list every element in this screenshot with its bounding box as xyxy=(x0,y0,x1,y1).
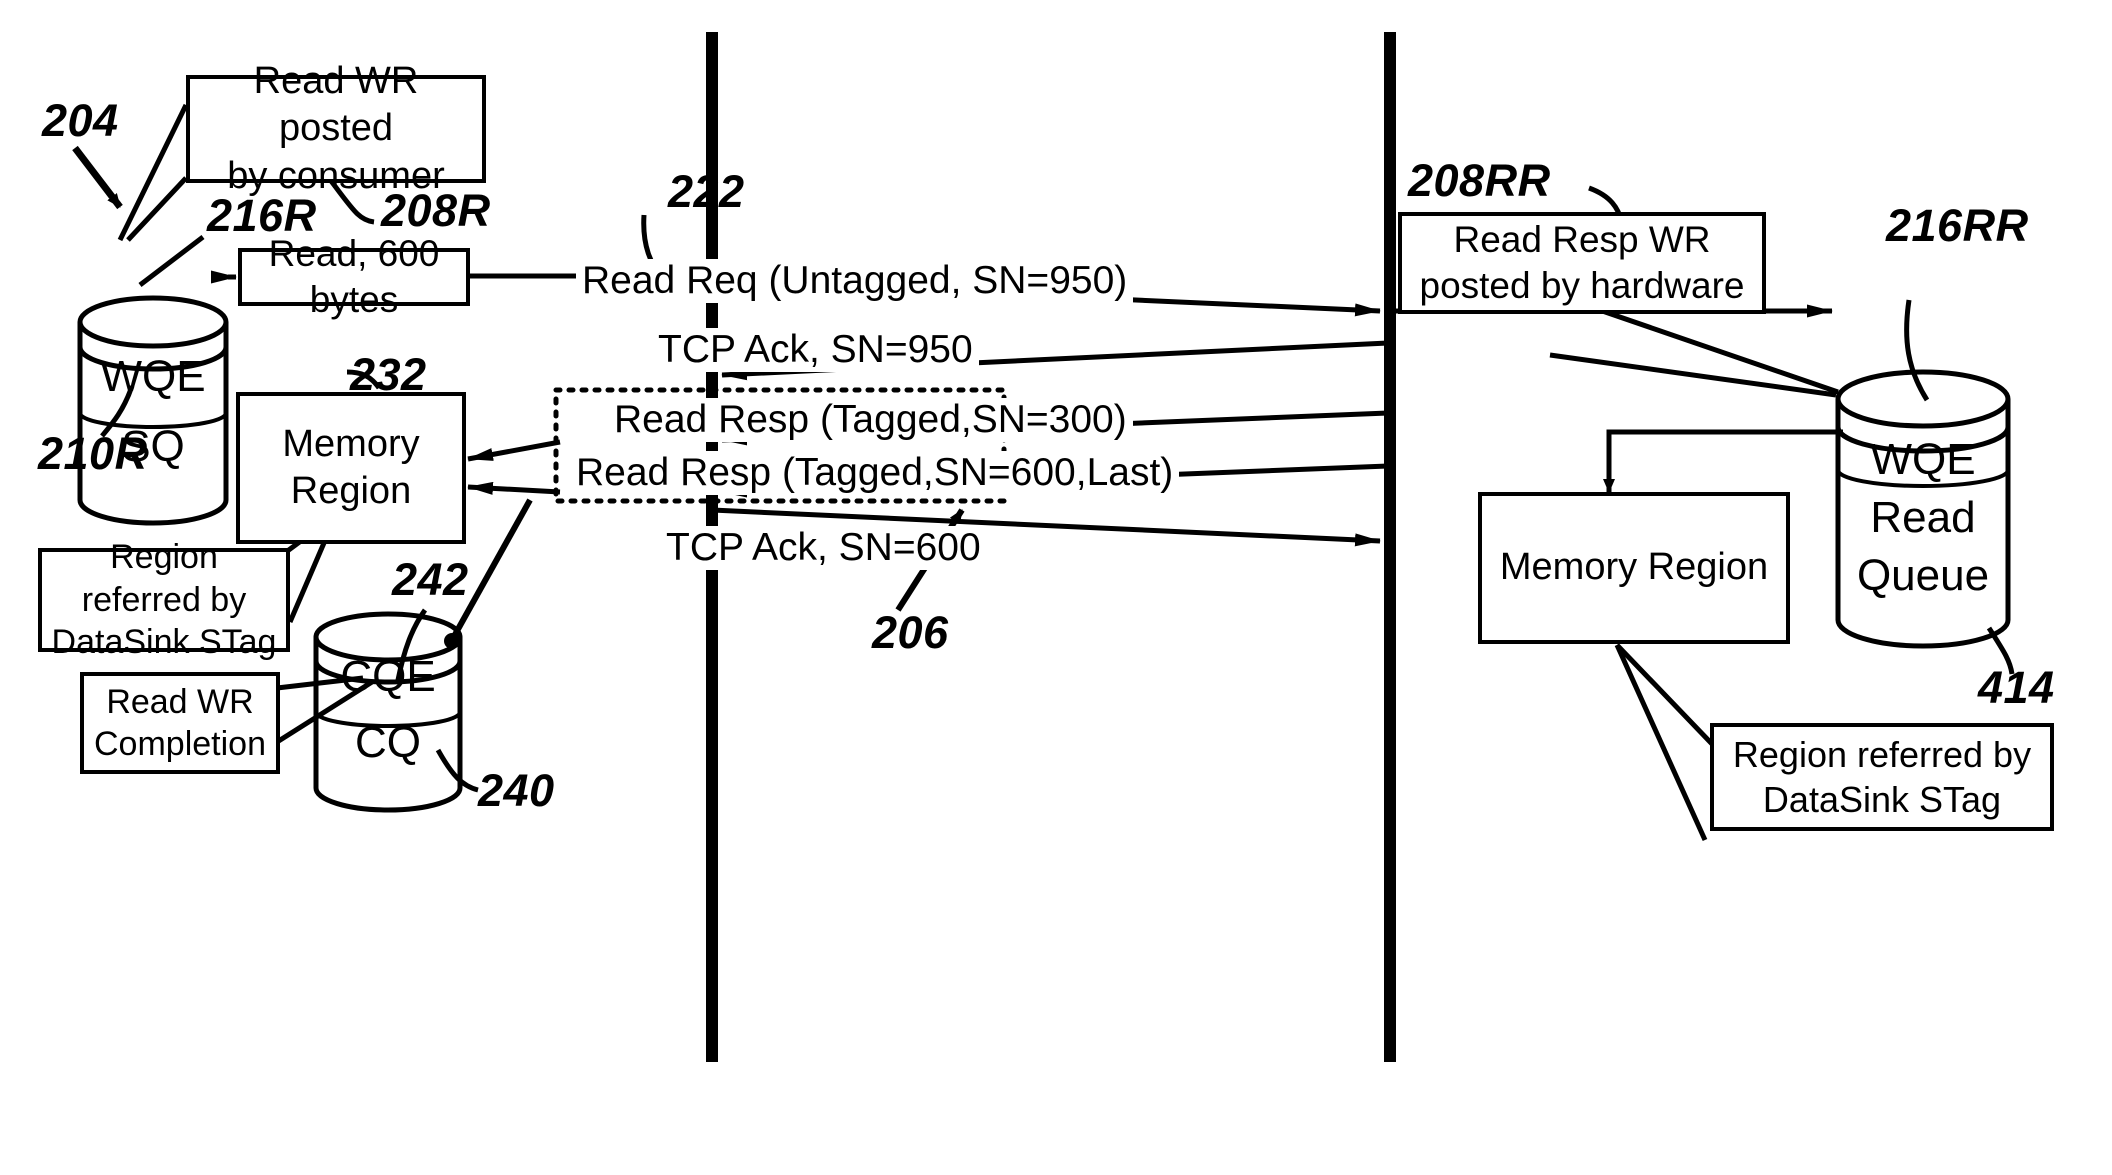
ref-204: 204 xyxy=(42,95,119,146)
ref-216RR: 216RR xyxy=(1886,200,2029,251)
read-resp-wr-callout: Read Resp WR posted by hardware xyxy=(1398,212,1766,314)
ref-414: 414 xyxy=(1978,662,2055,713)
read-wr-callout-line1: Read WR posted xyxy=(253,59,419,150)
read-resp-wr-line1: Read Resp WR xyxy=(1453,218,1711,260)
message-read-resp-300: Read Resp (Tagged,SN=300) xyxy=(608,398,1133,442)
left-region-stag-callout: Region referred by DataSink STag xyxy=(38,538,290,661)
message-tcp-ack-600: TCP Ack, SN=600 xyxy=(660,526,987,570)
cq-cylinder-shape xyxy=(313,611,463,813)
ref-242: 242 xyxy=(392,554,469,605)
completion-line1: Read WR xyxy=(106,682,254,721)
read-queue-queue-label: Queue xyxy=(1856,551,1990,600)
read-queue-read-label: Read xyxy=(1870,493,1976,542)
right-boundary-line xyxy=(1384,32,1396,1062)
read-wr-callout-tails xyxy=(117,103,189,242)
ref-216R-leader xyxy=(138,235,205,287)
queue-to-memory-region-arrow xyxy=(1603,429,1843,493)
message-tcp-ack-950: TCP Ack, SN=950 xyxy=(652,328,979,372)
ref-222: 222 xyxy=(668,166,745,217)
ref-206: 206 xyxy=(872,607,949,658)
right-region-stag-line2: DataSink STag xyxy=(1762,779,2002,820)
patent-figure-canvas: 204 216R 208R 210R 232 242 240 222 206 2… xyxy=(0,0,2112,1175)
sq-cylinder-shape xyxy=(77,295,229,526)
cq-label: CQ xyxy=(355,718,421,767)
completion-line2: Completion xyxy=(94,725,266,763)
cqe-label: CQE xyxy=(340,652,436,701)
ref-240: 240 xyxy=(478,765,555,816)
right-region-stag-callout: Region referred by DataSink STag xyxy=(1710,723,2054,831)
read-resp-to-memory-region-arrows xyxy=(467,439,561,495)
read-queue-wqe-label: WQE xyxy=(1870,435,1976,484)
ref-216RR-leader xyxy=(1904,299,1930,402)
right-region-stag-tails xyxy=(1614,643,1715,842)
left-region-stag-line2: DataSink STag xyxy=(51,623,277,662)
read-wr-posted-callout: Read WR posted by consumer xyxy=(186,60,486,197)
right-memory-region-box: Memory Region xyxy=(1478,492,1790,644)
left-region-stag-line1: Region referred by xyxy=(81,538,247,619)
sq-wqe-label: WQE xyxy=(100,352,206,401)
read-resp-wr-line2: posted by hardware xyxy=(1419,265,1745,306)
left-memory-region-box: Memory Region xyxy=(236,392,466,544)
ref-204-arrow xyxy=(72,145,123,210)
read-600-bytes-box: Read, 600 bytes xyxy=(238,233,470,320)
right-region-stag-line1: Region referred by xyxy=(1732,734,2032,775)
message-read-req: Read Req (Untagged, SN=950) xyxy=(576,259,1134,303)
read-wr-completion-callout: Read WR Completion xyxy=(80,672,280,774)
ref-208RR: 208RR xyxy=(1408,155,1551,206)
read-wr-callout-line2: by consumer xyxy=(227,154,445,197)
message-read-resp-600-last: Read Resp (Tagged,SN=600,Last) xyxy=(570,451,1180,495)
sq-label: SQ xyxy=(121,422,185,471)
